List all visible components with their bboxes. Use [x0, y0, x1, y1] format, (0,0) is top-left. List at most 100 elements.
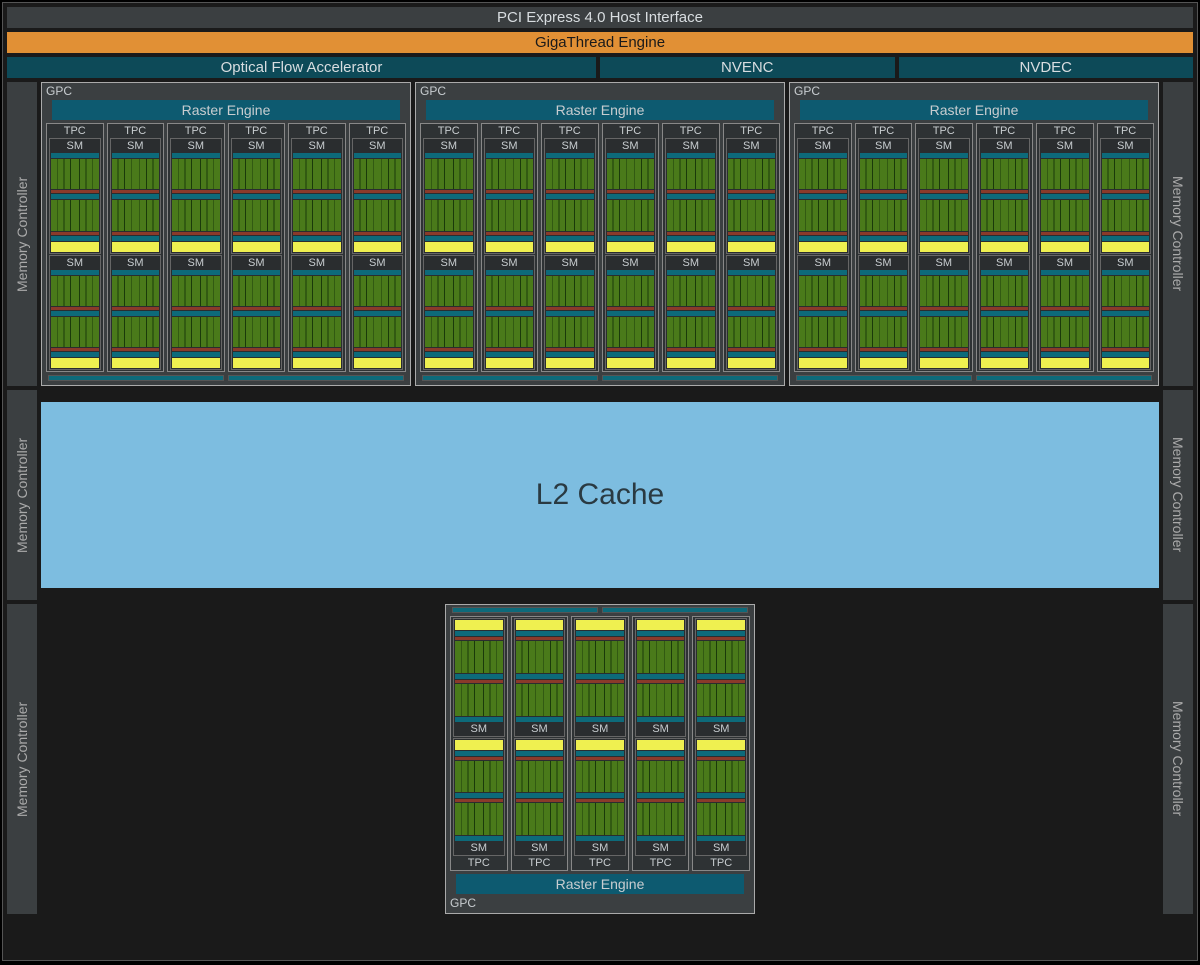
rop-unit: [422, 375, 598, 381]
tpc-block: TPCSMSM: [602, 123, 660, 372]
sm-label: SM: [172, 140, 220, 152]
red-unit: [799, 232, 847, 235]
gpc-label: GPC: [450, 897, 750, 909]
tpc-label: TPC: [605, 125, 657, 137]
sm-cores: [667, 153, 715, 252]
green-cores: [425, 276, 473, 306]
teal-unit: [1102, 194, 1150, 199]
teal-unit: [233, 194, 281, 199]
sm-block: SM: [544, 138, 596, 254]
sm-cores: [112, 270, 160, 369]
sm-cores: [607, 153, 655, 252]
yellow-unit: [981, 242, 1029, 252]
raster-engine: Raster Engine: [800, 100, 1148, 120]
teal-unit: [293, 352, 341, 357]
sm-block: SM: [423, 138, 475, 254]
sm-block: SM: [484, 138, 536, 254]
yellow-unit: [425, 358, 473, 368]
tpc-block: TPCSMSM: [288, 123, 346, 372]
red-unit: [637, 637, 685, 640]
red-unit: [637, 799, 685, 802]
red-unit: [354, 232, 402, 235]
sm-label: SM: [516, 842, 564, 854]
l2-cache: L2 Cache: [41, 402, 1159, 588]
sm-block: SM: [49, 255, 101, 371]
pci-express-bar: PCI Express 4.0 Host Interface: [7, 7, 1193, 28]
teal-unit: [455, 836, 503, 841]
yellow-unit: [486, 242, 534, 252]
sm-cores: [425, 153, 473, 252]
tpc-label: TPC: [110, 125, 162, 137]
red-unit: [51, 232, 99, 235]
tpc-block: TPCSMSM: [571, 616, 629, 871]
teal-unit: [728, 270, 776, 275]
yellow-unit: [728, 242, 776, 252]
sm-block: SM: [1039, 138, 1091, 254]
tpc-label: TPC: [797, 125, 849, 137]
yellow-unit: [576, 740, 624, 750]
teal-unit: [516, 836, 564, 841]
sm-block: SM: [544, 255, 596, 371]
teal-unit: [455, 631, 503, 636]
tpc-block: TPCSMSM: [915, 123, 973, 372]
teal-unit: [637, 793, 685, 798]
teal-unit: [920, 236, 968, 241]
yellow-unit: [860, 358, 908, 368]
yellow-unit: [920, 358, 968, 368]
red-unit: [455, 637, 503, 640]
tpc-label: TPC: [979, 125, 1031, 137]
sm-label: SM: [728, 257, 776, 269]
teal-unit: [546, 194, 594, 199]
yellow-unit: [607, 242, 655, 252]
sm-block: SM: [110, 255, 162, 371]
green-cores: [455, 684, 503, 716]
raster-engine: Raster Engine: [426, 100, 774, 120]
tpc-label: TPC: [544, 125, 596, 137]
optical-flow-accelerator: Optical Flow Accelerator: [7, 57, 596, 78]
sm-label: SM: [860, 140, 908, 152]
teal-unit: [1041, 153, 1089, 158]
red-unit: [799, 348, 847, 351]
red-unit: [172, 307, 220, 310]
green-cores: [637, 641, 685, 673]
teal-unit: [172, 236, 220, 241]
sm-cores: [233, 270, 281, 369]
memory-controller: Memory Controller: [1163, 390, 1193, 600]
teal-unit: [920, 311, 968, 316]
teal-unit: [799, 153, 847, 158]
raster-engine: Raster Engine: [456, 874, 744, 894]
sm-cores: [516, 620, 564, 722]
yellow-unit: [576, 620, 624, 630]
green-cores: [51, 200, 99, 230]
gpc-block: GPCRaster EngineTPCSMSMTPCSMSMTPCSMSMTPC…: [445, 604, 755, 914]
green-cores: [425, 200, 473, 230]
raster-engine: Raster Engine: [52, 100, 400, 120]
teal-unit: [51, 153, 99, 158]
gpc-block: GPCRaster EngineTPCSMSMTPCSMSMTPCSMSMTPC…: [415, 82, 785, 386]
red-unit: [354, 348, 402, 351]
sm-label: SM: [981, 140, 1029, 152]
red-unit: [728, 307, 776, 310]
nvdec-block: NVDEC: [899, 57, 1194, 78]
sm-cores: [516, 740, 564, 842]
teal-unit: [172, 153, 220, 158]
green-cores: [637, 803, 685, 835]
green-cores: [1102, 276, 1150, 306]
red-unit: [920, 348, 968, 351]
sm-cores: [293, 270, 341, 369]
sm-cores: [637, 740, 685, 842]
sm-block: SM: [635, 738, 687, 857]
yellow-unit: [293, 242, 341, 252]
green-cores: [607, 317, 655, 347]
red-unit: [637, 757, 685, 760]
teal-unit: [607, 236, 655, 241]
green-cores: [799, 159, 847, 189]
teal-unit: [1102, 352, 1150, 357]
teal-unit: [667, 352, 715, 357]
sm-label: SM: [799, 140, 847, 152]
sm-block: SM: [514, 738, 566, 857]
gigathread-bar: GigaThread Engine: [7, 32, 1193, 53]
teal-unit: [637, 717, 685, 722]
teal-unit: [486, 236, 534, 241]
sm-cores: [860, 153, 908, 252]
